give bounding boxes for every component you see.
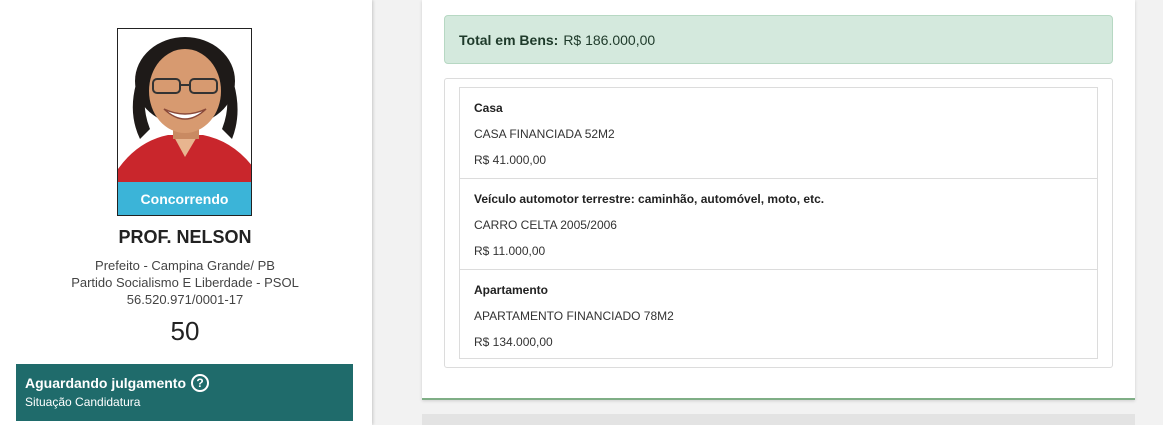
asset-value: R$ 41.000,00: [474, 153, 547, 167]
candidate-card: Concorrendo PROF. NELSON Prefeito - Camp…: [0, 0, 372, 425]
asset-type: Apartamento: [474, 283, 549, 297]
asset-value: R$ 134.000,00: [474, 335, 553, 349]
assets-panel: Total em Bens: R$ 186.000,00 Casa CASA F…: [422, 0, 1135, 400]
total-assets-box: Total em Bens: R$ 186.000,00: [444, 15, 1113, 64]
candidacy-status-box: Aguardando julgamento ? Situação Candida…: [16, 364, 353, 421]
asset-type: Veículo automotor terrestre: caminhão, a…: [474, 192, 825, 206]
assets-list: Casa CASA FINANCIADA 52M2 R$ 41.000,00 V…: [459, 87, 1098, 359]
list-item: Casa CASA FINANCIADA 52M2 R$ 41.000,00: [460, 88, 1097, 179]
status-subtitle: Situação Candidatura: [25, 395, 141, 409]
candidate-number: 50: [170, 316, 200, 346]
candidate-office: Prefeito - Campina Grande/ PB: [95, 258, 275, 273]
asset-value: R$ 11.000,00: [474, 244, 546, 258]
candidate-party: Partido Socialismo E Liberdade - PSOL: [71, 275, 299, 290]
status-title-row: Aguardando julgamento ?: [25, 374, 344, 392]
help-icon[interactable]: ?: [191, 374, 209, 392]
asset-description: CARRO CELTA 2005/2006: [474, 218, 617, 232]
candidate-name: PROF. NELSON: [118, 227, 252, 247]
list-item: Veículo automotor terrestre: caminhão, a…: [460, 179, 1097, 270]
total-assets-value: R$ 186.000,00: [563, 31, 656, 48]
next-panel-edge: [422, 414, 1135, 425]
candidate-cnpj: 56.520.971/0001-17: [126, 292, 244, 307]
list-item: Apartamento APARTAMENTO FINANCIADO 78M2 …: [460, 270, 1097, 358]
status-title: Aguardando julgamento: [25, 375, 186, 391]
candidacy-status-badge: Concorrendo: [118, 182, 251, 215]
asset-type: Casa: [474, 101, 503, 115]
asset-description: CASA FINANCIADA 52M2: [474, 127, 615, 141]
total-assets-label: Total em Bens:: [459, 31, 559, 48]
candidate-photo: Concorrendo: [117, 28, 252, 216]
asset-description: APARTAMENTO FINANCIADO 78M2: [474, 309, 674, 323]
assets-list-container: Casa CASA FINANCIADA 52M2 R$ 41.000,00 V…: [444, 78, 1113, 368]
